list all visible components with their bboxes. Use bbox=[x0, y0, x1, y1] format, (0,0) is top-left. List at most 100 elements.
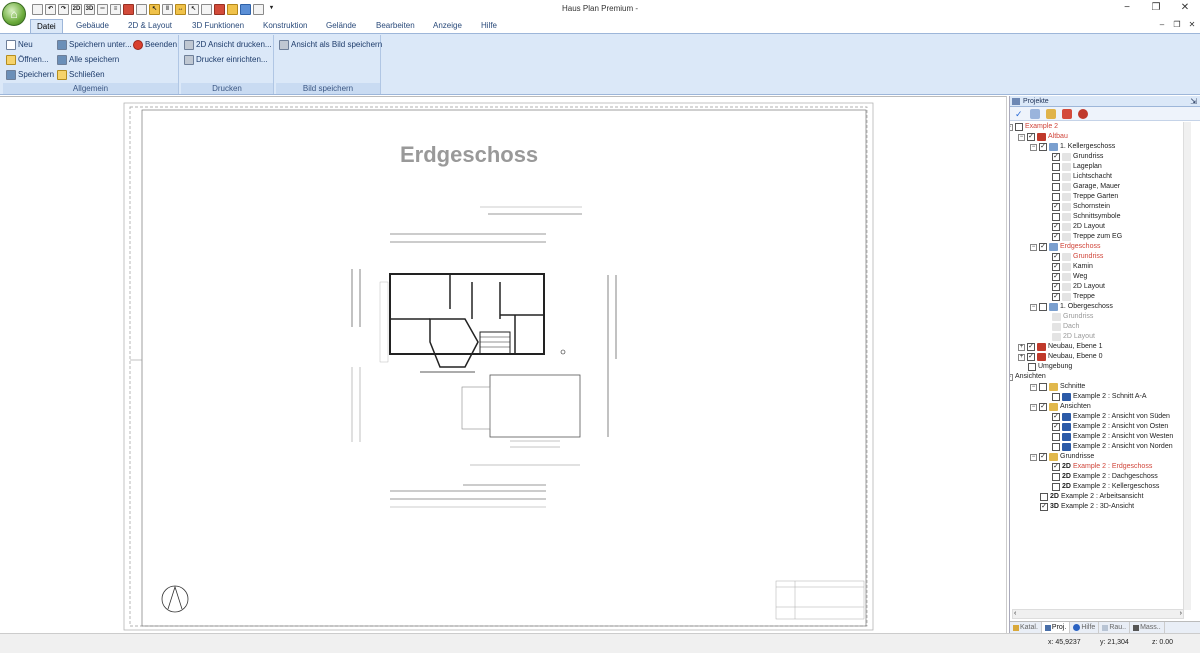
tree-checkbox[interactable] bbox=[1052, 263, 1060, 271]
scroll-right-icon[interactable]: › bbox=[1180, 610, 1182, 617]
tree-checkbox[interactable] bbox=[1052, 153, 1060, 161]
tree-node[interactable]: − 1. Kellergeschoss bbox=[1030, 142, 1115, 152]
tree-node[interactable]: − Altbau bbox=[1018, 132, 1068, 142]
tree-checkbox[interactable] bbox=[1052, 233, 1060, 241]
maximize-button[interactable]: ❐ bbox=[1149, 2, 1163, 14]
tree-node[interactable]: Schnittsymbole bbox=[1052, 212, 1120, 222]
list-icon[interactable] bbox=[1030, 109, 1040, 119]
collapse-icon[interactable]: − bbox=[1030, 143, 1037, 151]
tree-node[interactable]: Example 2 : Ansicht von Osten bbox=[1052, 422, 1168, 432]
tree-node[interactable]: Grundriss bbox=[1052, 252, 1103, 262]
tree-node[interactable]: 2D Layout bbox=[1052, 222, 1105, 232]
tree-checkbox[interactable] bbox=[1052, 283, 1060, 291]
tree-checkbox[interactable] bbox=[1052, 483, 1060, 491]
tab-katalog[interactable]: Katal. bbox=[1010, 622, 1042, 633]
tree-checkbox[interactable] bbox=[1052, 443, 1060, 451]
tree-node[interactable]: Kamin bbox=[1052, 262, 1093, 272]
tree-checkbox[interactable] bbox=[1052, 433, 1060, 441]
collapse-icon[interactable]: − bbox=[1010, 123, 1013, 131]
tree-checkbox[interactable] bbox=[1027, 133, 1035, 141]
tree-checkbox[interactable] bbox=[1052, 213, 1060, 221]
collapse-icon[interactable]: − bbox=[1010, 373, 1013, 381]
tree-node[interactable]: Garage, Mauer bbox=[1052, 182, 1120, 192]
panel-pin-icon[interactable]: ⇲ bbox=[1190, 96, 1197, 107]
tab-raum[interactable]: Rau.. bbox=[1099, 622, 1131, 633]
tree-node[interactable]: − Grundrisse bbox=[1030, 452, 1094, 462]
tree-checkbox[interactable] bbox=[1052, 273, 1060, 281]
tree-checkbox[interactable] bbox=[1052, 253, 1060, 261]
tab-gelaende[interactable]: Gelände bbox=[320, 19, 362, 33]
tree-node[interactable]: 2DExample 2 : Erdgeschoss bbox=[1052, 462, 1152, 472]
tab-masse[interactable]: Mass.. bbox=[1130, 622, 1165, 633]
tab-projekte[interactable]: Proj. bbox=[1041, 622, 1071, 633]
ribbon-close-icon[interactable]: ✕ bbox=[1185, 19, 1199, 31]
drawing-canvas[interactable]: Erdgeschoss bbox=[0, 96, 1007, 633]
tab-bearbeiten[interactable]: Bearbeiten bbox=[370, 19, 421, 33]
tab-2d-layout[interactable]: 2D & Layout bbox=[122, 19, 178, 33]
scroll-left-icon[interactable]: ‹ bbox=[1014, 610, 1016, 617]
oeffnen-button[interactable]: Öffnen... bbox=[6, 53, 49, 66]
tree-checkbox[interactable] bbox=[1039, 303, 1047, 311]
ribbon-restore-icon[interactable]: ❐ bbox=[1170, 19, 1184, 31]
tab-anzeige[interactable]: Anzeige bbox=[427, 19, 468, 33]
tree-checkbox[interactable] bbox=[1039, 383, 1047, 391]
tab-3d-funktionen[interactable]: 3D Funktionen bbox=[186, 19, 250, 33]
tab-datei[interactable]: Datei bbox=[30, 19, 63, 33]
expand-icon[interactable]: + bbox=[1018, 353, 1025, 361]
drucker-einrichten-button[interactable]: Drucker einrichten... bbox=[184, 53, 268, 66]
tree-node[interactable]: − Schnitte bbox=[1030, 382, 1085, 392]
tree-node[interactable]: 2D Example 2 : Dachgeschoss bbox=[1052, 472, 1158, 482]
tree-checkbox[interactable] bbox=[1040, 503, 1048, 511]
tree-checkbox[interactable] bbox=[1052, 463, 1060, 471]
tree-checkbox[interactable] bbox=[1052, 203, 1060, 211]
tree-checkbox[interactable] bbox=[1040, 493, 1048, 501]
ansicht-als-bild-button[interactable]: Ansicht als Bild speichern bbox=[279, 38, 382, 51]
tree-node[interactable]: 2D Example 2 : Kellergeschoss bbox=[1052, 482, 1159, 492]
collapse-icon[interactable]: − bbox=[1030, 453, 1037, 461]
tree-node[interactable]: + Neubau, Ebene 1 bbox=[1018, 342, 1103, 352]
tree-node[interactable]: − Example 2 bbox=[1010, 122, 1058, 132]
tree-node[interactable]: − Erdgeschoss bbox=[1030, 242, 1100, 252]
tree-node[interactable]: Example 2 : Ansicht von Süden bbox=[1052, 412, 1170, 422]
tree-checkbox[interactable] bbox=[1039, 243, 1047, 251]
tree-checkbox[interactable] bbox=[1052, 173, 1060, 181]
tree-node[interactable]: −Ansichten bbox=[1010, 372, 1046, 382]
neu-button[interactable]: Neu bbox=[6, 38, 33, 51]
tree-node[interactable]: Umgebung bbox=[1028, 362, 1072, 372]
tree-checkbox[interactable] bbox=[1039, 403, 1047, 411]
tree-checkbox[interactable] bbox=[1052, 163, 1060, 171]
tree-checkbox[interactable] bbox=[1052, 393, 1060, 401]
check-icon[interactable]: ✓ bbox=[1015, 109, 1025, 119]
tree-node[interactable]: Lageplan bbox=[1052, 162, 1102, 172]
tree-node[interactable]: Grundriss bbox=[1052, 312, 1093, 322]
close-button[interactable]: ✕ bbox=[1178, 2, 1192, 14]
properties-icon[interactable] bbox=[1046, 109, 1056, 119]
tree-checkbox[interactable] bbox=[1052, 473, 1060, 481]
tree-checkbox[interactable] bbox=[1027, 353, 1035, 361]
collapse-icon[interactable]: − bbox=[1030, 403, 1037, 411]
tree-checkbox[interactable] bbox=[1052, 423, 1060, 431]
tree-node[interactable]: Lichtschacht bbox=[1052, 172, 1112, 182]
tree-node[interactable]: Example 2 : Ansicht von Norden bbox=[1052, 442, 1173, 452]
tree-checkbox[interactable] bbox=[1015, 123, 1023, 131]
tree-node[interactable]: + Neubau, Ebene 0 bbox=[1018, 352, 1103, 362]
tree-node[interactable]: 2D Layout bbox=[1052, 332, 1095, 342]
tree-node[interactable]: Treppe Garten bbox=[1052, 192, 1118, 202]
tab-hilfe-panel[interactable]: Hilfe bbox=[1070, 622, 1100, 633]
tab-gebaeude[interactable]: Gebäude bbox=[70, 19, 115, 33]
app-menu-button[interactable]: ⌂ bbox=[2, 2, 26, 26]
schliessen-button[interactable]: Schließen bbox=[57, 68, 105, 81]
beenden-button[interactable]: Beenden bbox=[133, 38, 177, 51]
tree-node[interactable]: Schornstein bbox=[1052, 202, 1110, 212]
tree-node[interactable]: −Ansichten bbox=[1030, 402, 1091, 412]
delete-icon[interactable] bbox=[1062, 109, 1072, 119]
tab-hilfe[interactable]: Hilfe bbox=[475, 19, 503, 33]
tree-node[interactable]: Treppe bbox=[1052, 292, 1095, 302]
tree-checkbox[interactable] bbox=[1052, 223, 1060, 231]
alle-speichern-button[interactable]: Alle speichern bbox=[57, 53, 119, 66]
tree-node[interactable]: 2D Layout bbox=[1052, 282, 1105, 292]
tree-checkbox[interactable] bbox=[1027, 343, 1035, 351]
ribbon-minimize-icon[interactable]: – bbox=[1155, 19, 1169, 31]
house-add-icon[interactable] bbox=[1078, 109, 1088, 119]
tree-vertical-scrollbar[interactable] bbox=[1183, 122, 1191, 610]
